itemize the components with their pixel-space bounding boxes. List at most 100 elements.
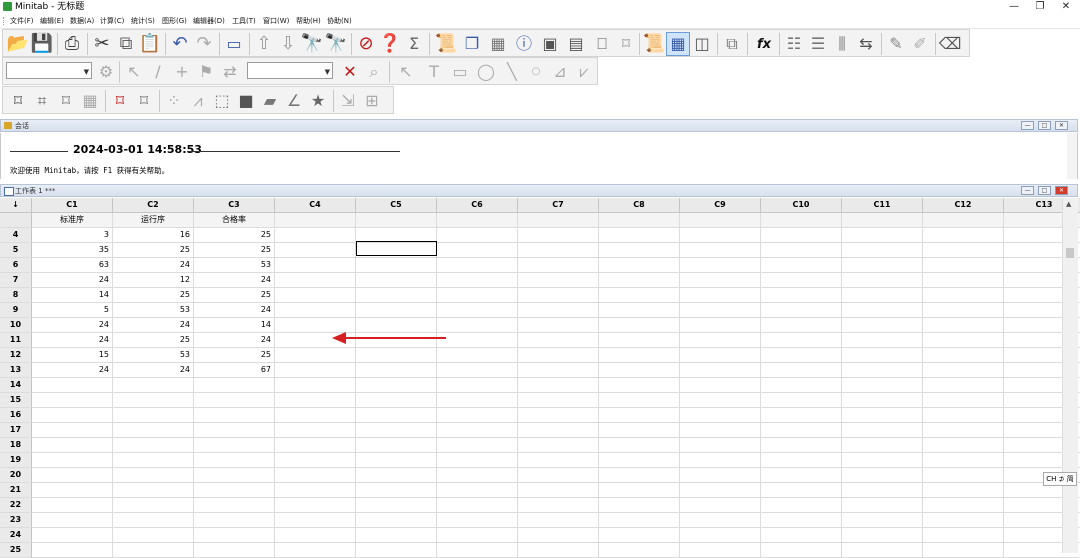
- data-cell[interactable]: [194, 408, 275, 423]
- data-cell[interactable]: [599, 513, 680, 528]
- data-cell[interactable]: [275, 288, 356, 303]
- insert-columns-icon[interactable]: ⫼: [831, 33, 853, 55]
- data-cell[interactable]: [32, 498, 113, 513]
- redo-icon[interactable]: ↷: [193, 33, 215, 55]
- menu-graph[interactable]: 图形(G): [162, 16, 187, 26]
- text-icon[interactable]: T: [423, 61, 445, 83]
- data-cell[interactable]: [275, 258, 356, 273]
- minimize-button[interactable]: —: [1002, 0, 1026, 14]
- data-cell[interactable]: [761, 393, 842, 408]
- row-header[interactable]: 8: [0, 288, 32, 303]
- data-cell[interactable]: [275, 303, 356, 318]
- data-cell[interactable]: [680, 348, 761, 363]
- data-cell[interactable]: [599, 288, 680, 303]
- data-cell[interactable]: [842, 273, 923, 288]
- data-cell[interactable]: [842, 438, 923, 453]
- data-cell[interactable]: 16: [113, 228, 194, 243]
- column-header-c3[interactable]: C3: [194, 198, 275, 213]
- data-cell[interactable]: [923, 513, 1004, 528]
- data-cell[interactable]: [680, 543, 761, 558]
- data-cell[interactable]: [680, 423, 761, 438]
- session-maximize-button[interactable]: □: [1038, 121, 1051, 130]
- data-cell[interactable]: [761, 483, 842, 498]
- data-cell[interactable]: [275, 498, 356, 513]
- row-header[interactable]: 19: [0, 453, 32, 468]
- data-cell[interactable]: 25: [194, 348, 275, 363]
- data-cell[interactable]: [437, 393, 518, 408]
- row-header[interactable]: 25: [0, 543, 32, 558]
- data-cell[interactable]: 14: [194, 318, 275, 333]
- menu-calc[interactable]: 计算(C): [100, 16, 124, 26]
- crosshair-icon[interactable]: +: [171, 61, 193, 83]
- data-cell[interactable]: [599, 408, 680, 423]
- scale-icon[interactable]: ⌑: [7, 90, 29, 112]
- data-cell[interactable]: [842, 318, 923, 333]
- data-cell[interactable]: 24: [194, 333, 275, 348]
- menu-window[interactable]: 窗口(W): [263, 16, 289, 26]
- data-cell[interactable]: [923, 453, 1004, 468]
- row-header[interactable]: 4: [0, 228, 32, 243]
- data-cell[interactable]: [275, 453, 356, 468]
- column-header-c6[interactable]: C6: [437, 198, 518, 213]
- data-cell[interactable]: 5: [32, 303, 113, 318]
- data-cell[interactable]: [356, 513, 437, 528]
- flag-icon[interactable]: ⚑: [195, 61, 217, 83]
- data-cell[interactable]: [113, 513, 194, 528]
- show-report-icon[interactable]: 📜: [643, 33, 665, 55]
- show-worksheet-icon[interactable]: ▦: [666, 32, 690, 56]
- data-cell[interactable]: [761, 243, 842, 258]
- data-cell[interactable]: [113, 408, 194, 423]
- data-cell[interactable]: [761, 513, 842, 528]
- data-cell[interactable]: [518, 453, 599, 468]
- session-minimize-button[interactable]: —: [1021, 121, 1034, 130]
- data-cell[interactable]: [437, 483, 518, 498]
- move-icon[interactable]: ⇲: [337, 90, 359, 112]
- data-cell[interactable]: [275, 483, 356, 498]
- data-cell[interactable]: [599, 318, 680, 333]
- data-cell[interactable]: [113, 543, 194, 558]
- data-cell[interactable]: [518, 423, 599, 438]
- data-cell[interactable]: [113, 498, 194, 513]
- data-cell[interactable]: 24: [32, 333, 113, 348]
- data-cell[interactable]: [680, 468, 761, 483]
- column-name-cell[interactable]: [761, 213, 842, 228]
- data-cell[interactable]: [923, 333, 1004, 348]
- menu-assistant[interactable]: 协助(N): [327, 16, 352, 26]
- data-cell[interactable]: [923, 258, 1004, 273]
- worksheet-minimize-button[interactable]: —: [1021, 186, 1034, 195]
- data-cell[interactable]: [275, 243, 356, 258]
- column-header-c2[interactable]: C2: [113, 198, 194, 213]
- data-cell[interactable]: 24: [113, 318, 194, 333]
- data-cell[interactable]: [437, 273, 518, 288]
- tick-icon[interactable]: ⌑: [133, 90, 155, 112]
- data-cell[interactable]: [437, 513, 518, 528]
- data-cell[interactable]: [680, 258, 761, 273]
- column-name-cell[interactable]: [356, 213, 437, 228]
- find-icon[interactable]: 🔭: [301, 33, 323, 55]
- tile-icon[interactable]: ❐: [461, 33, 483, 55]
- row-header[interactable]: 10: [0, 318, 32, 333]
- trend-icon[interactable]: ⩘: [187, 90, 209, 112]
- column-name-cell[interactable]: [842, 213, 923, 228]
- data-cell[interactable]: [356, 258, 437, 273]
- menu-file[interactable]: 文件(F): [10, 16, 34, 26]
- data-cell[interactable]: [680, 438, 761, 453]
- data-cell[interactable]: [275, 228, 356, 243]
- row-header[interactable]: 21: [0, 483, 32, 498]
- data-cell[interactable]: [113, 483, 194, 498]
- worksheet-close-button[interactable]: ✕: [1055, 186, 1068, 195]
- save-icon[interactable]: 💾: [31, 33, 53, 55]
- data-cell[interactable]: [437, 423, 518, 438]
- data-cell[interactable]: [356, 453, 437, 468]
- data-cell[interactable]: [518, 393, 599, 408]
- row-header[interactable]: 24: [0, 528, 32, 543]
- data-cell[interactable]: [437, 453, 518, 468]
- data-cell[interactable]: [194, 483, 275, 498]
- data-cell[interactable]: [599, 393, 680, 408]
- data-cell[interactable]: 15: [32, 348, 113, 363]
- data-cell[interactable]: 12: [113, 273, 194, 288]
- data-cell[interactable]: [32, 483, 113, 498]
- swap-icon[interactable]: ⇄: [219, 61, 241, 83]
- row-header[interactable]: 12: [0, 348, 32, 363]
- report-pad-icon[interactable]: 📜: [435, 33, 457, 55]
